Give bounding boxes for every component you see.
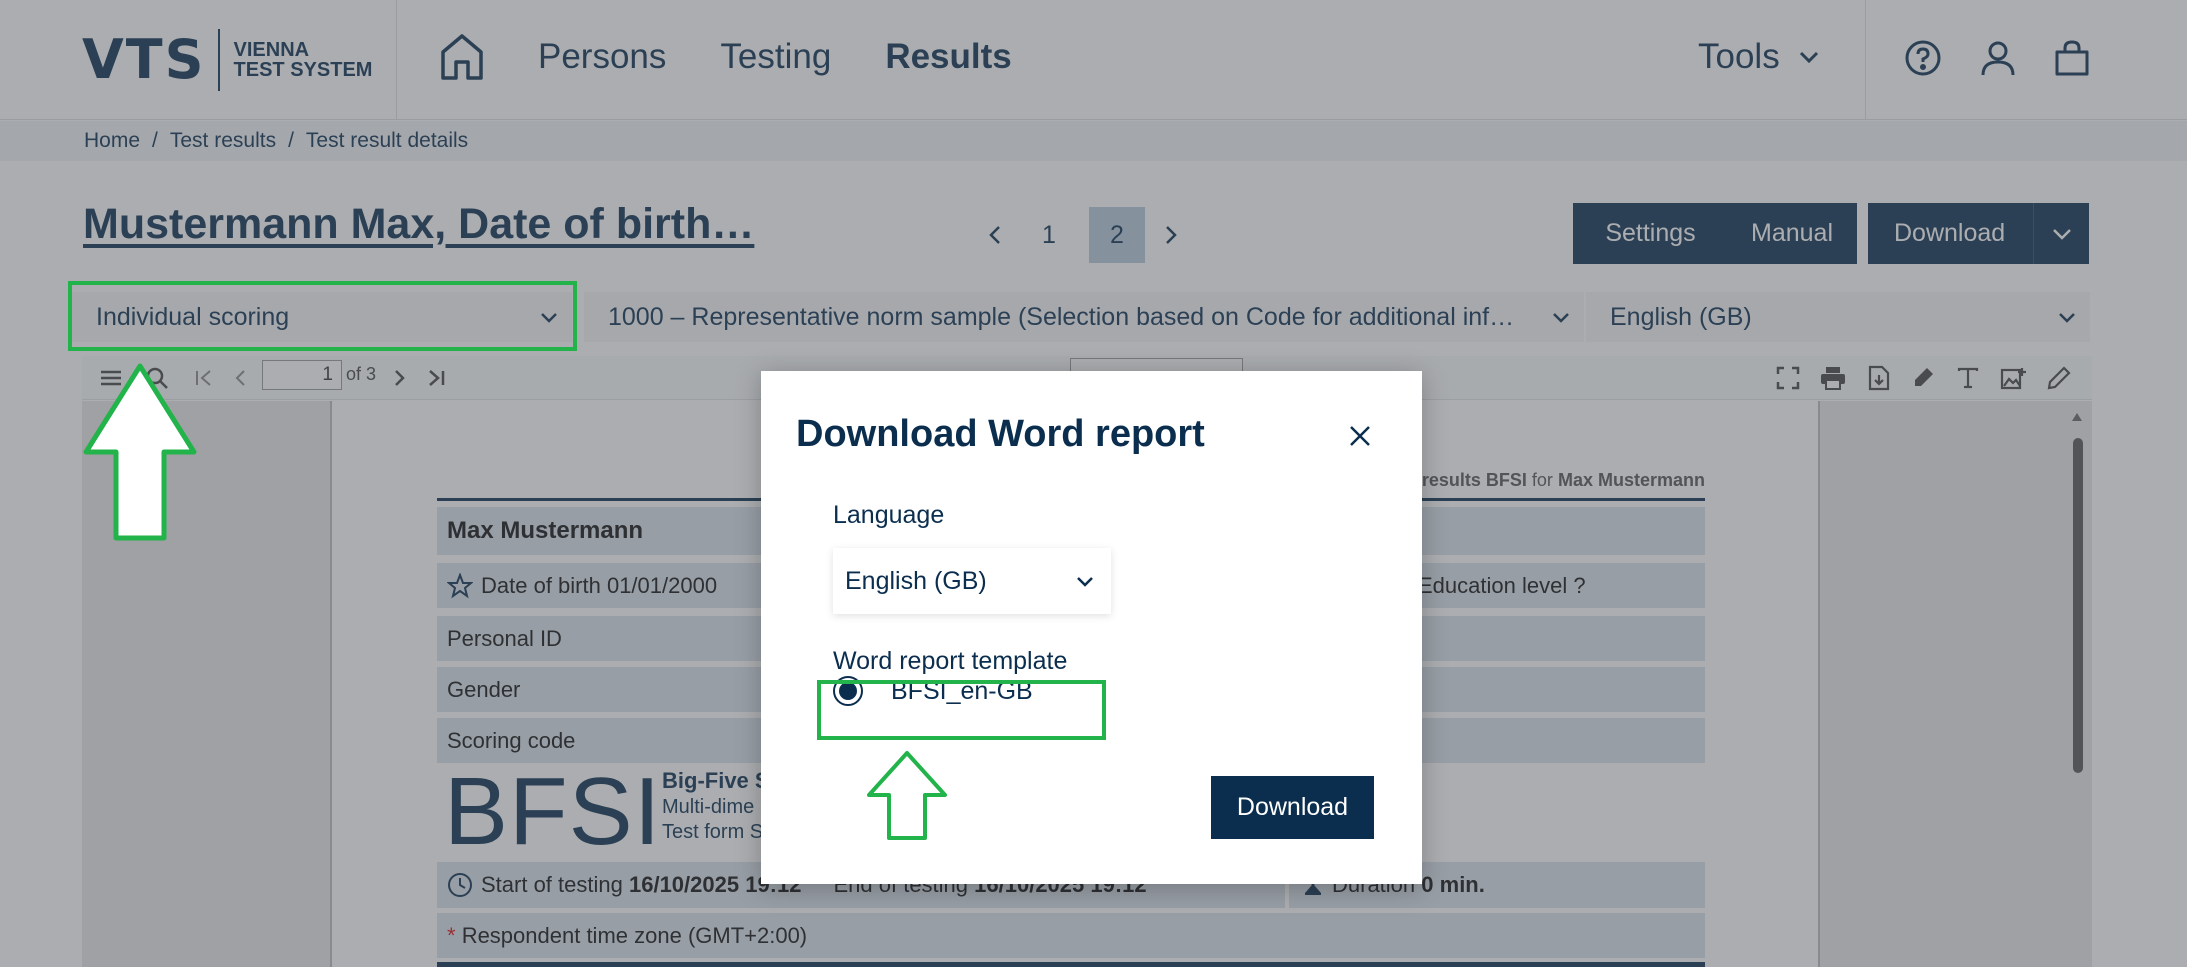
highlight-template-option [817, 680, 1106, 740]
word-report-template-label: Word report template [833, 647, 1068, 675]
arrow-up-annotation-icon [83, 363, 197, 541]
dialog-language-select[interactable]: English (GB) [833, 548, 1111, 614]
chevron-down-icon [1077, 576, 1093, 587]
close-icon[interactable] [1343, 419, 1377, 453]
language-label: Language [833, 501, 945, 529]
download-word-report-dialog: Download Word report Language English (G… [761, 371, 1422, 884]
dialog-title: Download Word report [796, 413, 1205, 455]
dialog-language-value: English (GB) [845, 566, 987, 595]
highlight-scoring-select [68, 281, 577, 351]
arrow-up-annotation-icon [867, 751, 947, 840]
dialog-download-button[interactable]: Download [1211, 776, 1374, 839]
